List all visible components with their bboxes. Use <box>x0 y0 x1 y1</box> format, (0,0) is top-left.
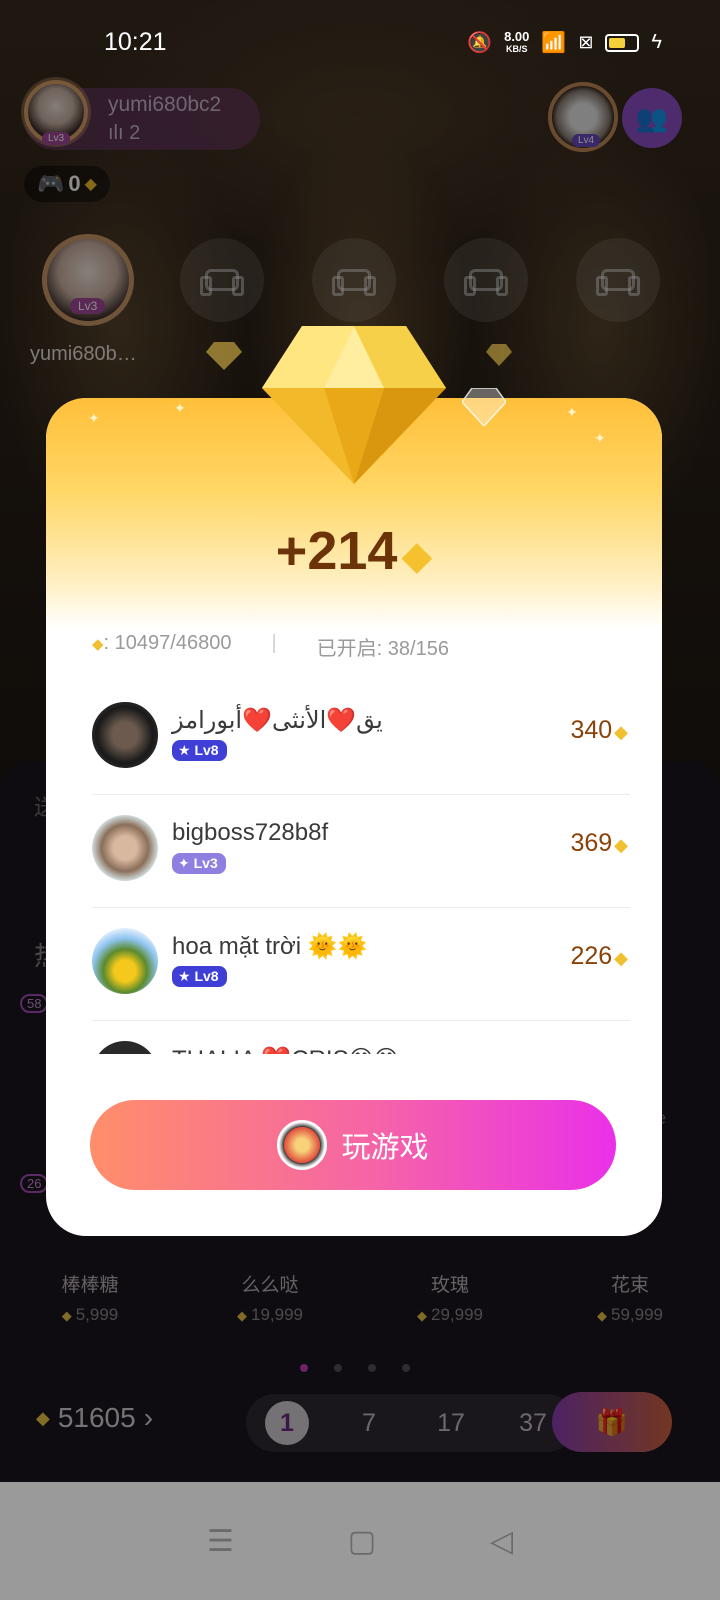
mute-icon: 🔕 <box>467 32 493 54</box>
sparkle-icon: ✦ <box>88 410 100 426</box>
battery-icon <box>605 33 640 52</box>
divider: | <box>271 632 277 654</box>
list-item[interactable]: hoa mặt trời 🌞🌞 ★ Lv8 226 ◆ <box>92 908 630 1021</box>
system-nav-bar: ☰ ▢ ◁ <box>0 1482 720 1600</box>
back-icon[interactable]: ◁ <box>490 1524 513 1559</box>
diamond-amount: 369 ◆ <box>570 829 628 857</box>
avatar[interactable] <box>92 1041 158 1054</box>
home-icon[interactable]: ▢ <box>348 1524 376 1559</box>
list-item[interactable]: THALIA ❤️CRIS😊😊 <box>92 1021 630 1054</box>
user-name: يق❤️الأنثى❤️أبورامز <box>172 707 383 734</box>
list-item[interactable]: يق❤️الأنثى❤️أبورامز ★ Lv8 340 ◆ <box>92 682 630 795</box>
wifi-icon: 📶 <box>541 32 567 54</box>
race-car-icon <box>277 1120 328 1170</box>
opened-count: 已开启: 38/156 <box>316 638 449 660</box>
status-icons: 🔕 8.00 KB/S 📶 ⊠ ϟ <box>467 30 662 55</box>
status-time: 10:21 <box>104 28 167 56</box>
diamond-progress: ◆: 10497/46800 <box>92 632 232 654</box>
diamond-icon: ◆ <box>614 835 628 855</box>
diamond-amount: 226 ◆ <box>570 942 628 970</box>
avatar[interactable] <box>92 815 158 881</box>
status-bar: 10:21 🔕 8.00 KB/S 📶 ⊠ ϟ <box>0 0 720 88</box>
avatar[interactable] <box>92 928 158 994</box>
treasure-box-dialog: ✦ ✦ ✦ ✦ +214 ◆ ◆: 10497/46800 | 已开启: 38/1… <box>46 398 662 1236</box>
charging-icon: ϟ <box>651 31 662 53</box>
winner-list[interactable]: يق❤️الأنثى❤️أبورامز ★ Lv8 340 ◆ bigboss72… <box>92 682 630 1054</box>
reward-amount: +214 ◆ <box>275 521 433 581</box>
diamond-icon: ◆ <box>614 948 628 968</box>
list-item[interactable]: bigboss728b8f ✦ Lv3 369 ◆ <box>92 795 630 908</box>
level-badge: ★ Lv8 <box>172 740 227 761</box>
user-name: hoa mặt trời 🌞🌞 <box>172 933 368 960</box>
diamond-icon: ◆ <box>614 722 628 742</box>
diamond-amount: 340 ◆ <box>570 716 628 744</box>
sim-icon: ⊠ <box>578 32 594 52</box>
sparkle-icon: ✦ <box>566 404 578 420</box>
menu-icon[interactable]: ☰ <box>207 1524 234 1559</box>
box-progress: ◆: 10497/46800 | 已开启: 38/156 <box>92 632 449 661</box>
user-name: bigboss728b8f <box>172 819 329 846</box>
sparkle-icon: ✦ <box>594 430 606 446</box>
play-game-button[interactable]: 玩游戏 <box>90 1100 616 1190</box>
avatar[interactable] <box>92 702 158 768</box>
user-name: THALIA ❤️CRIS😊😊 <box>172 1045 399 1054</box>
diamond-icon: ◆ <box>401 534 433 578</box>
sparkle-icon: ✦ <box>174 400 186 416</box>
level-badge: ✦ Lv3 <box>172 853 226 874</box>
big-diamond-icon <box>262 326 446 484</box>
diamond-icon: ◆ <box>92 636 104 653</box>
floating-diamond-icon <box>486 344 512 366</box>
floating-diamond-icon <box>462 388 506 426</box>
floating-diamond-icon <box>206 342 242 370</box>
network-speed: 8.00 KB/S <box>504 28 530 54</box>
level-badge: ★ Lv8 <box>172 966 227 987</box>
